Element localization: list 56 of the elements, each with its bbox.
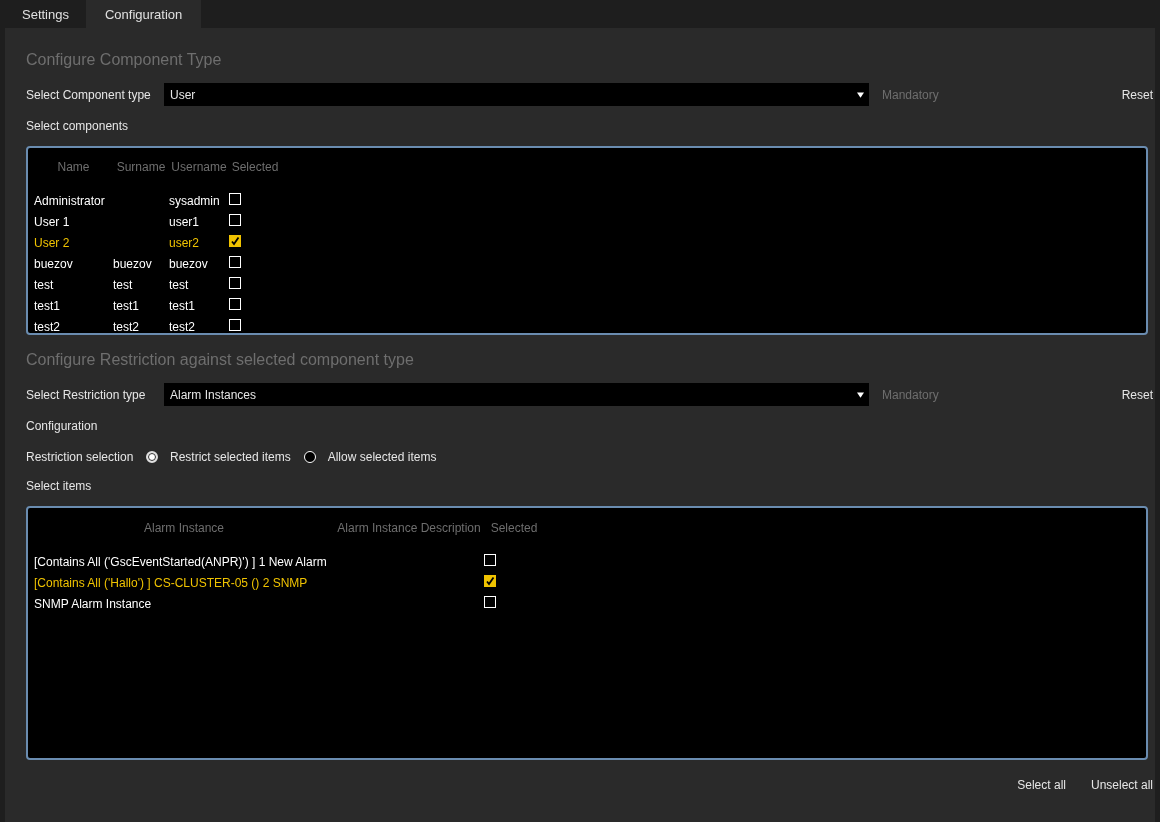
table-cell-text: test2 [169,319,196,336]
mandatory-hint: Mandatory [882,387,940,402]
table-cell-text: user1 [169,214,201,231]
footer-button[interactable]: Select all [1017,778,1066,792]
section-title: Configure Component Type [26,51,223,70]
table-cell-text: test [169,277,190,294]
table-cell-text: [Contains All ('Hallo') ] CS-CLUSTER-05 () 2 SNMP [34,575,309,592]
table-cell-text: test2 [34,319,61,336]
column-header: Name [56,160,91,176]
table-cell-text: test2 [113,319,140,336]
tab[interactable]: Configuration [86,0,202,28]
column-header: Selected [489,521,539,537]
table-cell-text: test1 [113,298,140,315]
column-header: Selected [230,160,280,176]
column-header: Alarm Instance Description [336,521,482,537]
reset-button[interactable]: Reset [1121,87,1153,102]
column-header: Surname [115,160,167,176]
section-label: Select items [26,479,93,495]
table-cell-text: test [113,277,134,294]
table-cell-text: test1 [169,298,196,315]
table-cell-text: SNMP Alarm Instance [34,596,153,613]
field-label: Restriction selection [26,450,135,464]
dropdown[interactable]: User [164,83,869,106]
table-cell-text: User 2 [34,235,71,252]
table-cell-text: buezov [113,256,153,273]
dropdown-value: Alarm Instances [170,387,257,402]
table-cell-text: [Contains All ('GscEventStarted(ANPR)') ] 1 New Alarm [34,554,328,571]
column-header: Username [170,160,228,176]
field-label: Select Component type [26,87,152,102]
caret-icon [857,391,864,398]
section-title: Configure Restriction against selected component type [26,351,415,370]
table-cell-text: Administrator [34,193,106,210]
column-header: Alarm Instance [142,521,225,537]
footer-button[interactable]: Unselect all [1090,778,1153,792]
table-cell-text: user2 [169,235,201,252]
radio-label: Allow selected items [327,450,437,464]
reset-button[interactable]: Reset [1121,387,1153,402]
mandatory-hint: Mandatory [882,87,940,102]
table-cell-text: buezov [169,256,209,273]
dropdown[interactable]: Alarm Instances [164,383,869,406]
table-cell-text: User 1 [34,214,71,231]
check-icon [485,576,495,586]
table-cell-text: test [34,277,55,294]
table-cell-text: buezov [34,256,74,273]
dropdown-value: User [170,87,196,102]
checkbox[interactable] [484,575,496,587]
check-icon [230,236,240,246]
table-cell-text: sysadmin [169,193,221,210]
field-label: Select Restriction type [26,387,147,402]
section-label: Configuration [26,419,99,435]
section-label: Select components [26,119,130,135]
caret-icon [857,91,864,98]
radio-button[interactable] [146,451,158,463]
radio-label: Restrict selected items [170,450,291,464]
checkbox[interactable] [229,235,241,247]
table-cell-text: test1 [34,298,61,315]
